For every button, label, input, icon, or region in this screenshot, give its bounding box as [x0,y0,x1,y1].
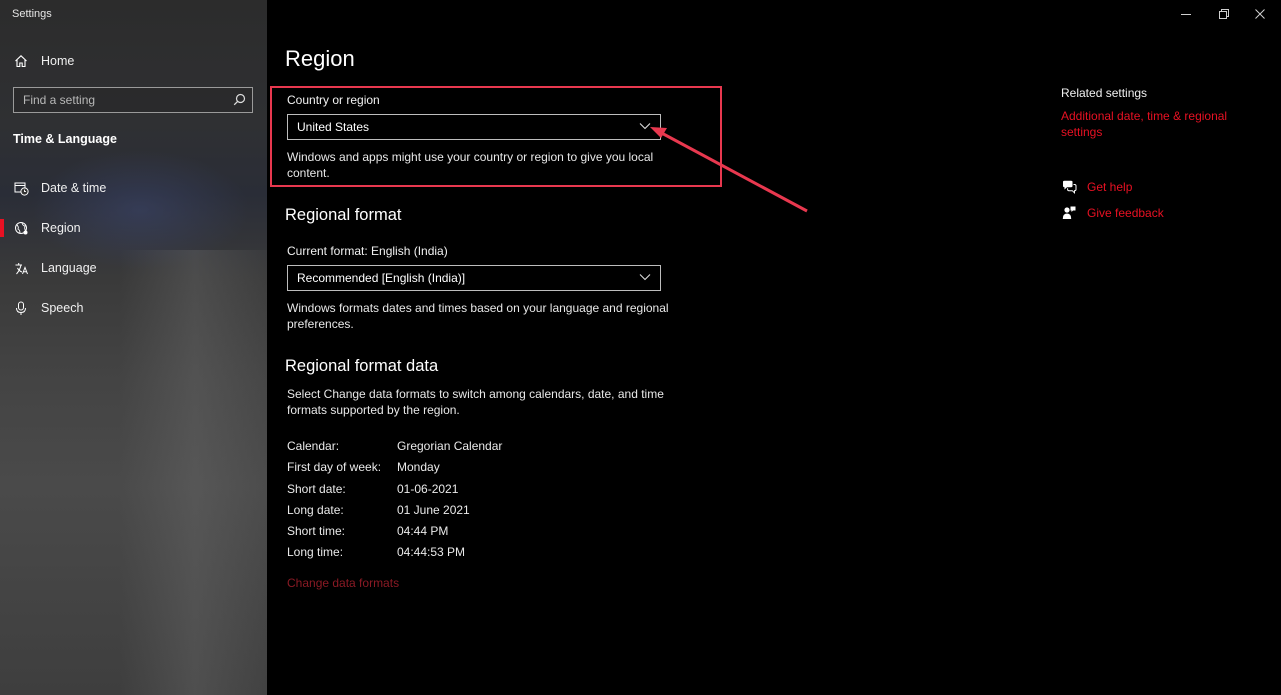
search-box[interactable] [13,87,253,113]
close-icon [1255,9,1265,19]
sidebar-item-label: Date & time [41,181,107,195]
sidebar-item-date-time[interactable]: Date & time [0,170,267,206]
data-row-key: Short time: [287,524,346,538]
section-heading: Time & Language [13,132,117,146]
data-row-value: Gregorian Calendar [397,439,503,453]
regional-format-data-heading: Regional format data [285,357,439,375]
app-title: Settings [12,8,52,20]
data-row-key: Long time: [287,545,344,559]
current-format-label: Current format: English (India) [287,244,448,258]
data-row-key: Long date: [287,503,344,517]
get-help-link[interactable]: Get help [1061,179,1132,195]
data-row-key: Calendar: [287,439,340,453]
give-feedback-link[interactable]: Give feedback [1061,205,1164,221]
globe-region-icon [13,220,29,236]
annotation-highlight-box [270,86,722,187]
sidebar-item-label: Language [41,261,97,275]
data-row-value: 04:44:53 PM [397,545,466,559]
data-row-key: First day of week: [287,460,382,474]
related-settings-title: Related settings [1061,86,1148,100]
home-icon [13,53,29,69]
change-data-formats-link[interactable]: Change data formats [287,576,399,590]
search-input[interactable] [23,93,223,107]
page-title: Region [285,46,355,71]
regional-format-data-description: Select Change data formats to switch amo… [287,387,664,417]
sidebar-item-home[interactable]: Home [0,43,267,79]
sidebar-item-label: Home [41,54,75,68]
additional-settings-link[interactable]: Additional date, time & regional setting… [1061,108,1251,140]
calendar-clock-icon [13,180,29,196]
search-icon[interactable] [233,93,246,109]
chevron-down-icon [639,271,651,286]
restore-icon [1219,9,1229,19]
regional-format-value: Recommended [English (India)] [297,271,466,285]
sidebar-item-language[interactable]: Language [0,250,267,286]
data-row-value: Monday [397,460,440,474]
regional-format-heading: Regional format [285,206,402,224]
chat-help-icon [1061,179,1077,195]
sidebar-item-label: Region [41,221,81,235]
minimize-icon [1181,14,1191,15]
sidebar-item-region[interactable]: Region [0,210,267,246]
sidebar-item-label: Speech [41,301,84,315]
data-row-value: 01-06-2021 [397,482,459,496]
data-row-value: 01 June 2021 [397,503,470,517]
data-row-key: Short date: [287,482,346,496]
get-help-label: Get help [1087,180,1133,194]
regional-format-dropdown[interactable]: Recommended [English (India)] [287,265,661,291]
data-row-value: 04:44 PM [397,524,449,538]
give-feedback-label: Give feedback [1087,206,1164,220]
sidebar: Settings Home Time & Language Date & tim… [0,0,267,695]
feedback-icon [1061,205,1077,221]
close-button[interactable] [1237,0,1281,28]
sidebar-item-speech[interactable]: Speech [0,290,267,326]
language-icon [13,260,29,276]
regional-format-description: Windows formats dates and times based on… [287,301,669,331]
microphone-icon [13,300,29,316]
